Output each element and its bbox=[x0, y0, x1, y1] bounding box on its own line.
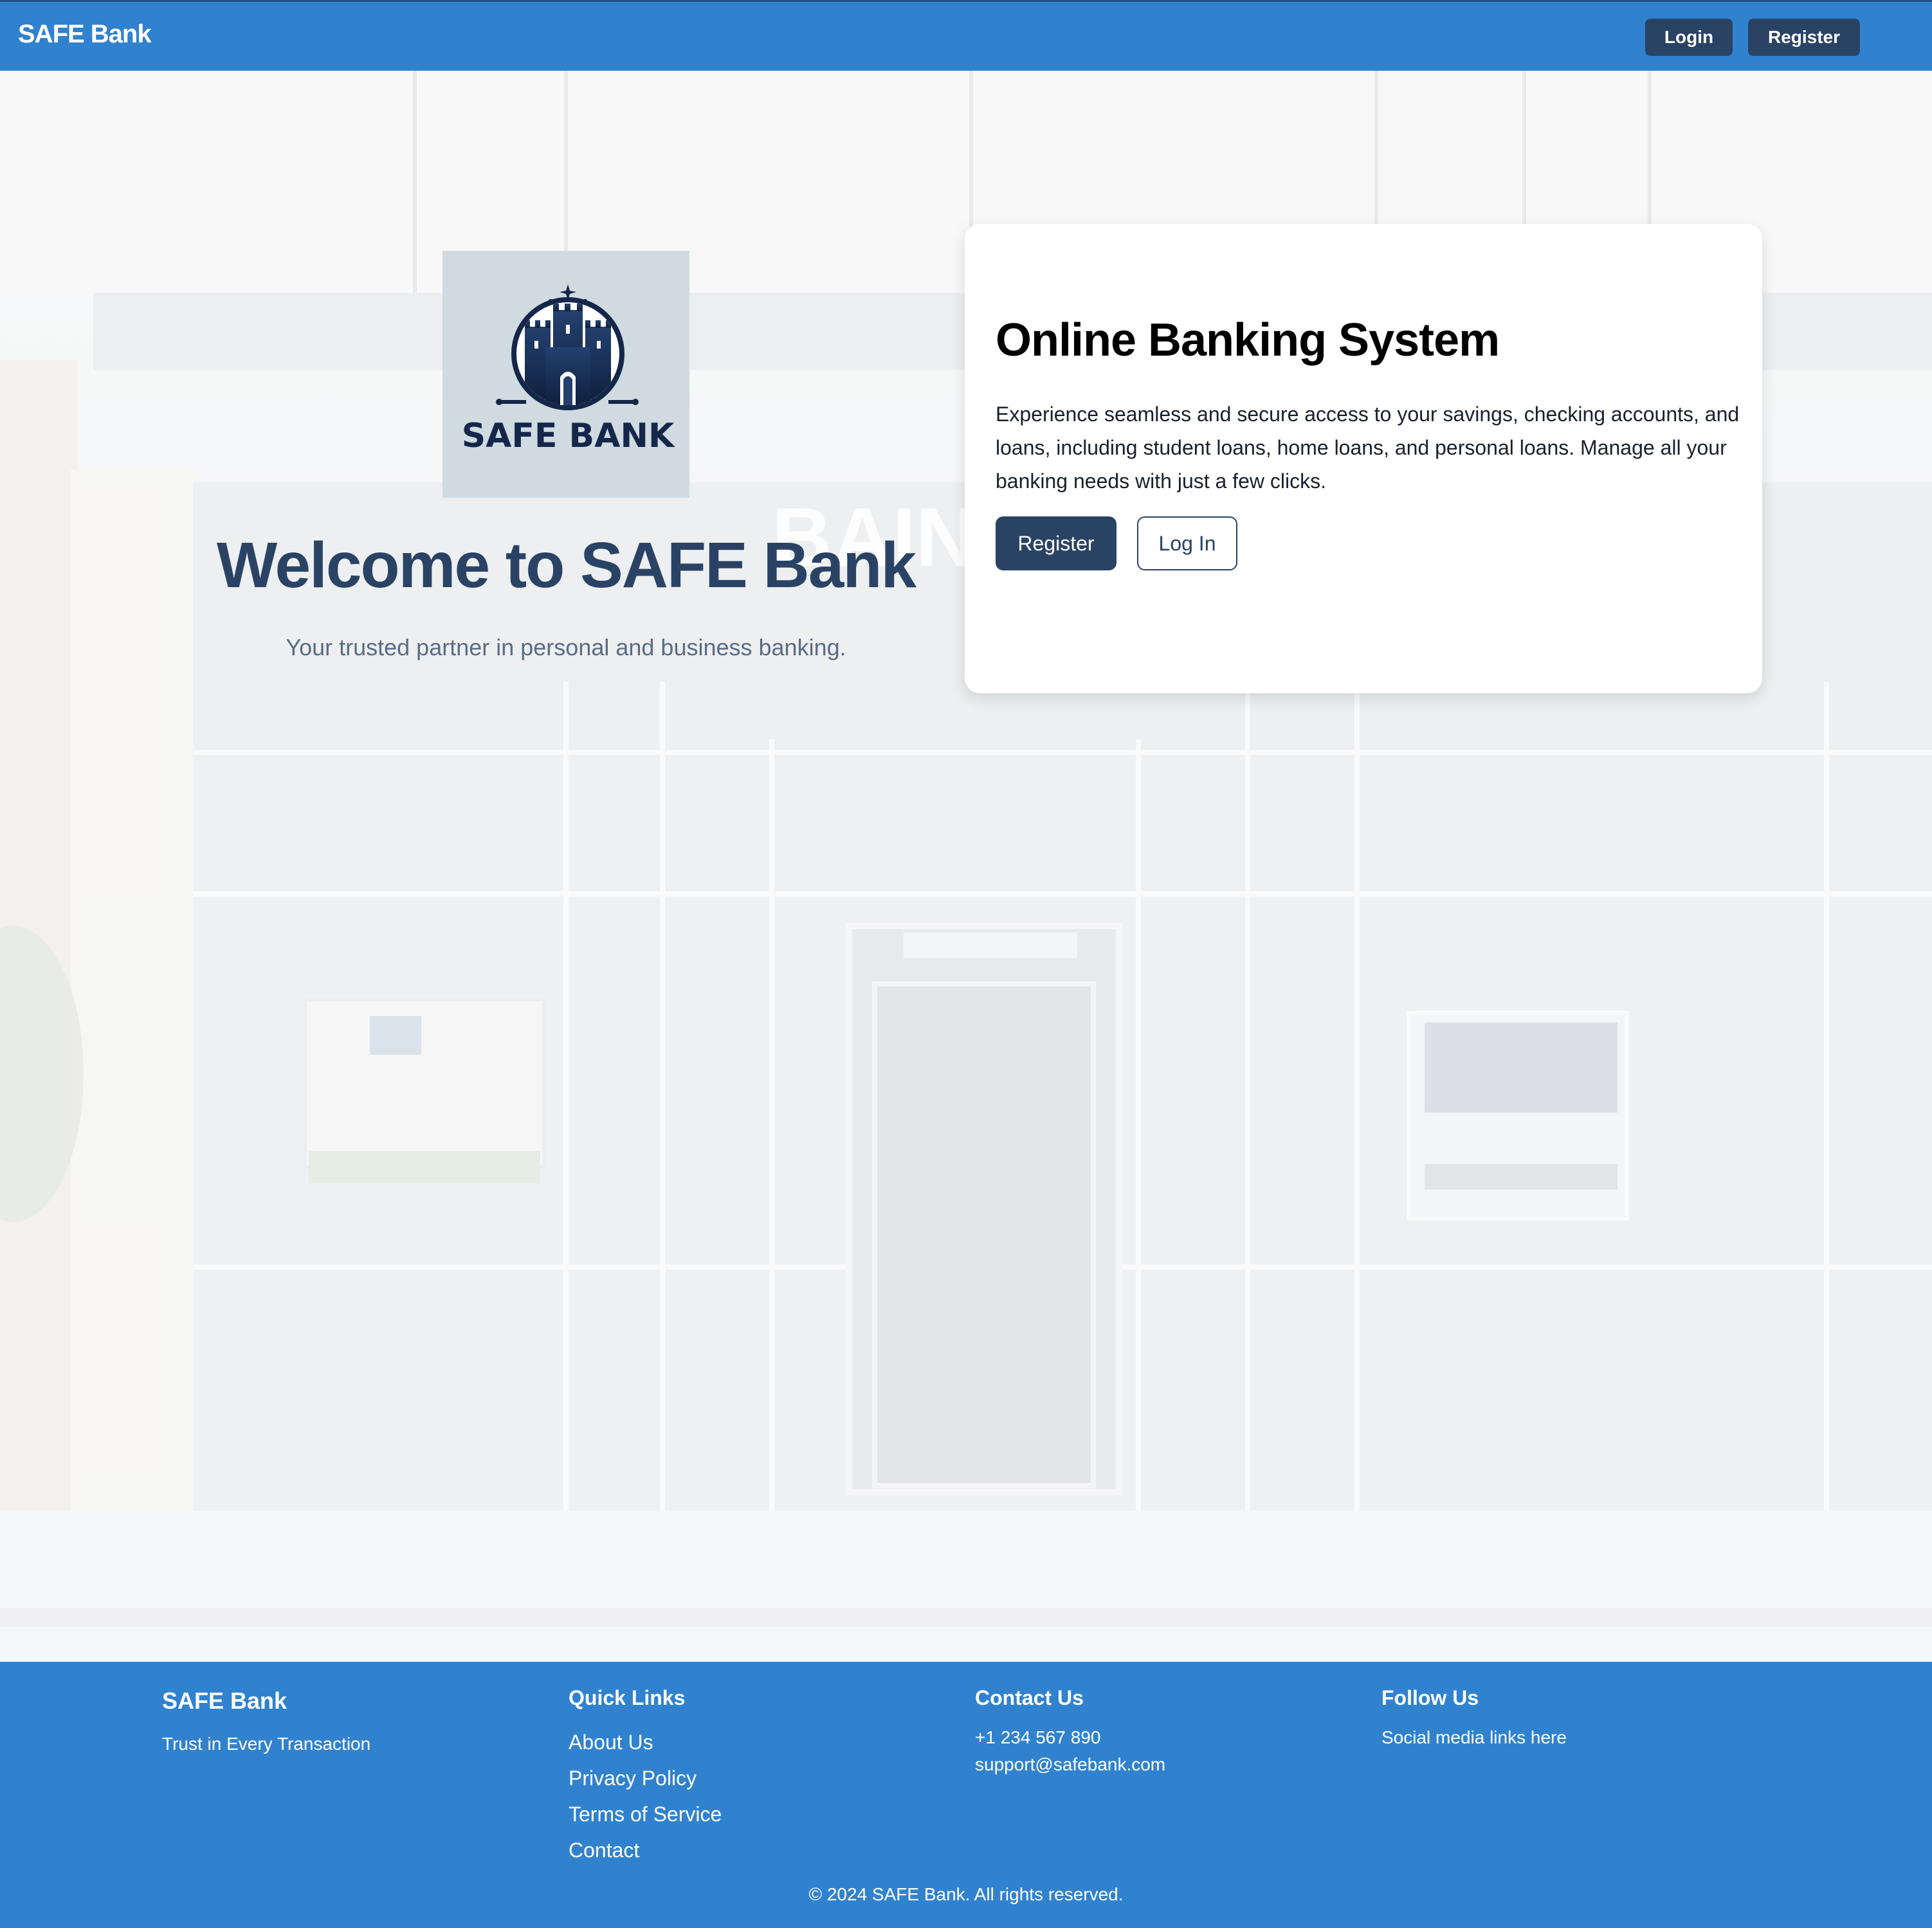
footer-quick-links-column: Quick Links About Us Privacy Policy Term… bbox=[569, 1686, 722, 1868]
contact-heading: Contact Us bbox=[975, 1686, 1084, 1709]
online-banking-card: Online Banking System Experience seamles… bbox=[965, 224, 1762, 693]
footer-tagline: Trust in Every Transaction bbox=[162, 1734, 371, 1754]
card-login-button[interactable]: Log In bbox=[1137, 516, 1237, 570]
castle-logo-icon: SAFE BANK bbox=[462, 284, 675, 455]
card-register-button[interactable]: Register bbox=[996, 516, 1116, 570]
site-footer: SAFE Bank Trust in Every Transaction Qui… bbox=[0, 1662, 1932, 1928]
follow-heading: Follow Us bbox=[1381, 1686, 1479, 1709]
navbar-brand[interactable]: SAFE Bank bbox=[18, 20, 152, 49]
quick-links-list: About Us Privacy Policy Terms of Service… bbox=[569, 1724, 722, 1868]
copyright-text: © 2024 SAFE Bank. All rights reserved. bbox=[808, 1884, 1124, 1904]
nav-register-button[interactable]: Register bbox=[1748, 19, 1860, 56]
footer-contact-column: Contact Us +1 234 567 890 support@safeba… bbox=[975, 1686, 1165, 1778]
footer-link-privacy-policy[interactable]: Privacy Policy bbox=[569, 1760, 722, 1796]
footer-brand-column: SAFE Bank Trust in Every Transaction bbox=[162, 1686, 370, 1754]
logo-text: SAFE BANK bbox=[462, 417, 675, 455]
footer-email[interactable]: support@safebank.com bbox=[975, 1751, 1165, 1778]
top-navbar: SAFE Bank Login Register bbox=[0, 0, 1932, 71]
page: SAFE Bank Login Register BAIN SAFE BANK … bbox=[0, 0, 1932, 1928]
footer-phone: +1 234 567 890 bbox=[975, 1727, 1101, 1747]
card-title: Online Banking System bbox=[996, 314, 1500, 366]
social-links-text: Social media links here bbox=[1381, 1727, 1567, 1747]
quick-links-heading: Quick Links bbox=[569, 1686, 686, 1709]
nav-login-button[interactable]: Login bbox=[1645, 19, 1733, 56]
footer-follow-column: Follow Us Social media links here bbox=[1381, 1686, 1567, 1751]
footer-link-terms-of-service[interactable]: Terms of Service bbox=[569, 1796, 722, 1832]
welcome-subtitle: Your trusted partner in personal and bus… bbox=[286, 634, 846, 660]
card-description: Experience seamless and secure access to… bbox=[996, 403, 1740, 493]
bank-logo: SAFE BANK bbox=[442, 251, 689, 498]
footer-link-about-us[interactable]: About Us bbox=[569, 1724, 722, 1760]
welcome-heading: Welcome to SAFE Bank bbox=[216, 529, 916, 601]
footer-link-contact[interactable]: Contact bbox=[569, 1832, 722, 1868]
footer-brand: SAFE Bank bbox=[162, 1687, 287, 1714]
